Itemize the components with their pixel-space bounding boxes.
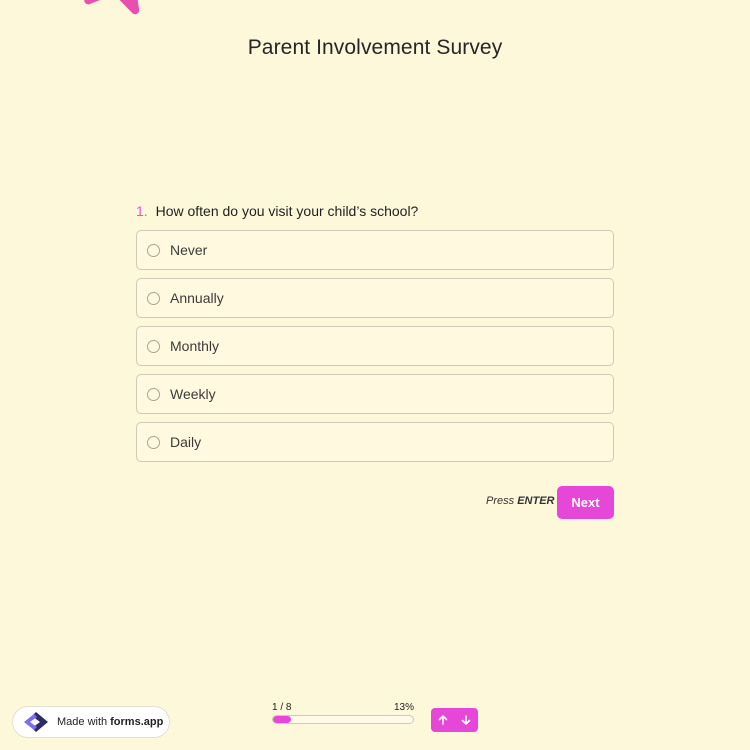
- next-question-button[interactable]: [455, 708, 479, 732]
- enter-key-label: ENTER: [517, 495, 555, 507]
- question-text: How often do you visit your child’s scho…: [155, 203, 419, 219]
- option-monthly[interactable]: Monthly: [136, 326, 614, 366]
- option-label: Annually: [170, 290, 224, 306]
- press-enter-hint: Press ENTER: [486, 495, 554, 507]
- option-label: Never: [170, 242, 208, 258]
- next-button[interactable]: Next: [557, 486, 614, 519]
- radio-circle-icon[interactable]: [147, 339, 160, 353]
- progress-track: [272, 715, 414, 724]
- question-number: 1.: [136, 203, 148, 219]
- option-label: Weekly: [170, 386, 216, 402]
- option-label: Daily: [170, 434, 202, 450]
- radio-circle-icon[interactable]: [147, 243, 160, 257]
- radio-circle-icon[interactable]: [147, 387, 160, 401]
- previous-question-button[interactable]: [431, 708, 455, 732]
- press-label: Press: [486, 495, 515, 507]
- option-daily[interactable]: Daily: [136, 422, 614, 462]
- forms-app-logo-icon: [24, 712, 48, 732]
- radio-circle-icon[interactable]: [147, 435, 160, 449]
- progress-percent: 13%: [393, 702, 414, 713]
- option-never[interactable]: Never: [136, 230, 614, 270]
- brand-name: forms.app: [110, 716, 164, 728]
- option-annually[interactable]: Annually: [136, 278, 614, 318]
- arrow-up-icon: [438, 715, 448, 725]
- arrow-down-icon: [461, 715, 471, 725]
- made-with-badge[interactable]: Made with forms.app: [12, 706, 170, 738]
- survey-title: Parent Involvement Survey: [247, 36, 503, 59]
- radio-circle-icon[interactable]: [147, 291, 160, 305]
- answer-options: Never Annually Monthly Weekly Daily: [136, 230, 614, 470]
- progress-fill: [273, 716, 292, 723]
- option-label: Monthly: [170, 338, 220, 354]
- progress-indicator: 1 / 8 13%: [272, 702, 414, 724]
- option-weekly[interactable]: Weekly: [136, 374, 614, 414]
- progress-page-count: 1 / 8: [272, 702, 292, 713]
- made-with-text: Made with: [57, 716, 108, 728]
- question-prompt: 1. How often do you visit your child’s s…: [136, 203, 418, 219]
- question-navigation: [431, 708, 478, 732]
